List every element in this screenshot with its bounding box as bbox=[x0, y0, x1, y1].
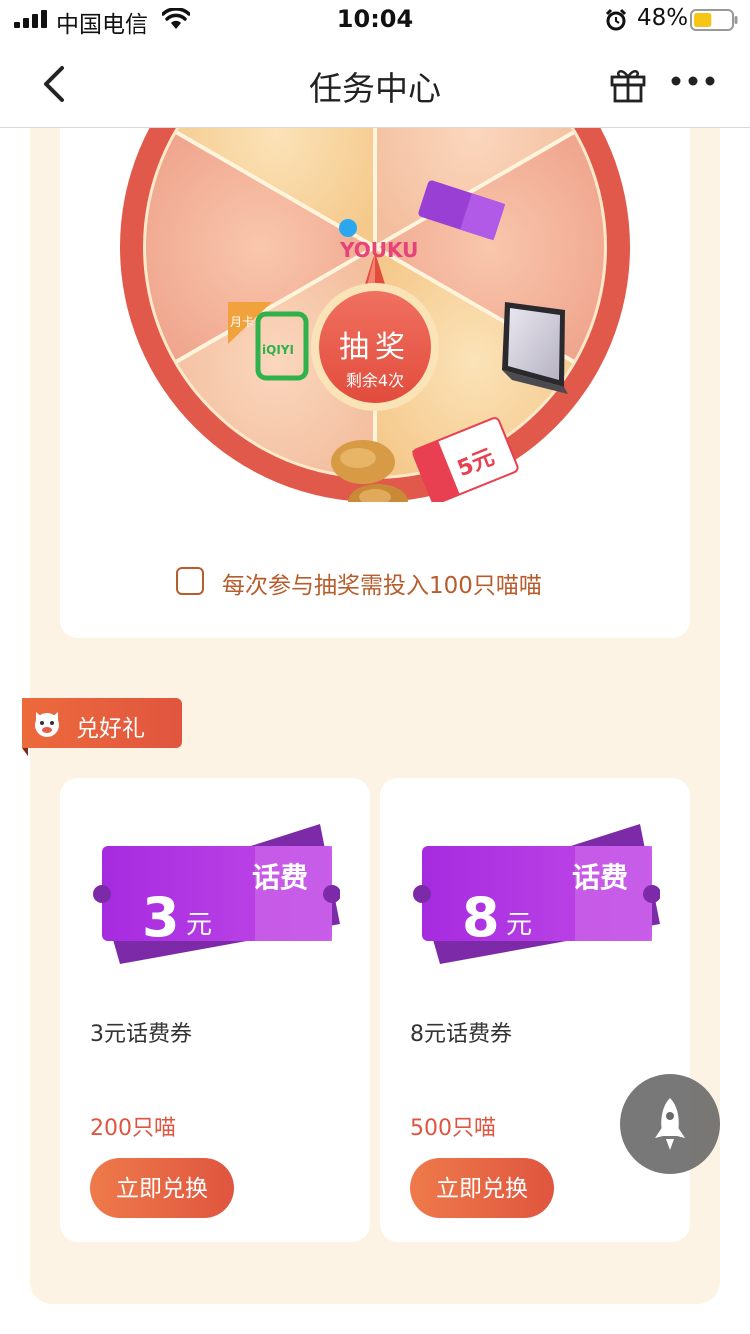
notice-text: 每次参与抽奖需投入100只喵喵 bbox=[222, 573, 542, 599]
ticket-unit: 元 bbox=[506, 910, 533, 940]
prize-cost: 200只喵 bbox=[90, 1116, 176, 1141]
ticket-amount: 8 bbox=[462, 886, 500, 949]
lottery-wheel: YOUKU 5元 月卡 iQIYI 抽奖 剩余4次 bbox=[120, 100, 630, 520]
redeem-button[interactable]: 立即兑换 bbox=[410, 1158, 554, 1218]
prize-cost: 500只喵 bbox=[410, 1116, 496, 1141]
redeem-card-3[interactable]: 3 元 话费 3元话费券 200只喵 立即兑换 bbox=[60, 778, 370, 1242]
battery-percent: 48% bbox=[637, 5, 689, 31]
ticket-kind: 话费 bbox=[571, 861, 628, 894]
status-bar: 中国电信 10:04 48% bbox=[0, 0, 750, 40]
redeem-section-title: 兑好礼 bbox=[76, 716, 145, 742]
phone-fee-ticket: 3 元 话费 bbox=[90, 824, 341, 964]
more-icon[interactable] bbox=[670, 74, 716, 88]
ticket-unit: 元 bbox=[186, 910, 213, 940]
prize-name: 3元话费券 bbox=[90, 1022, 192, 1047]
notice-checkbox[interactable] bbox=[176, 567, 204, 595]
spin-label[interactable]: 抽奖 bbox=[120, 322, 630, 366]
cat-icon bbox=[35, 712, 59, 737]
spin-remaining: 剩余4次 bbox=[345, 371, 405, 390]
phone-fee-ticket: 8 元 话费 bbox=[410, 824, 661, 964]
battery-icon bbox=[690, 9, 738, 31]
prize-name: 8元话费券 bbox=[410, 1022, 512, 1047]
back-to-top-button[interactable] bbox=[620, 1074, 720, 1174]
redeem-card-8[interactable]: 8 元 话费 8元话费券 500只喵 立即兑换 bbox=[380, 778, 690, 1242]
redeem-section-tag: 兑好礼 bbox=[22, 698, 182, 756]
ticket-kind: 话费 bbox=[251, 861, 308, 894]
youku-logo-text: YOUKU bbox=[339, 238, 418, 262]
ticket-amount: 3 bbox=[142, 886, 180, 949]
wheel-graphic: YOUKU 5元 月卡 iQIYI bbox=[120, 100, 630, 520]
nav-bar: 任务中心 bbox=[0, 40, 750, 128]
rocket-icon bbox=[655, 1098, 685, 1150]
alarm-icon bbox=[605, 8, 627, 31]
redeem-button[interactable]: 立即兑换 bbox=[90, 1158, 234, 1218]
lottery-card: YOUKU 5元 月卡 iQIYI 抽奖 剩余4次 bbox=[60, 100, 690, 638]
gift-icon[interactable] bbox=[608, 64, 648, 104]
